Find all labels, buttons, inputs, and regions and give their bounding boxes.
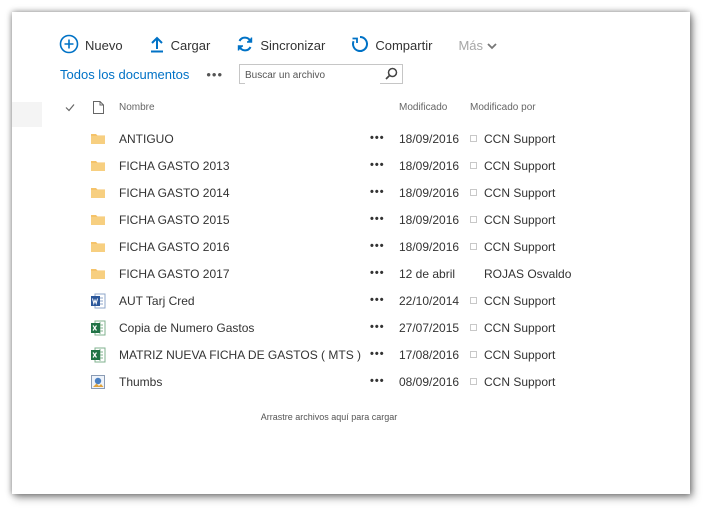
row-more-actions-button[interactable]: ••• [370, 321, 385, 333]
modified-by-user[interactable]: CCN Support [484, 159, 555, 173]
row-more-actions-button[interactable]: ••• [370, 240, 385, 252]
modified-date: 22/10/2014 [399, 294, 460, 308]
row-more-actions-button[interactable]: ••• [370, 267, 385, 279]
presence-indicator-icon [470, 324, 477, 331]
folder-icon [90, 131, 106, 147]
file-row[interactable]: FICHA GASTO 2014 ••• 18/09/2016 CCN Support [12, 180, 690, 207]
presence-indicator-icon [470, 243, 477, 250]
row-more-actions-button[interactable]: ••• [370, 213, 385, 225]
upload-arrow-icon [149, 35, 171, 56]
row-more-actions-button[interactable]: ••• [370, 375, 385, 387]
modified-by-user[interactable]: CCN Support [484, 186, 555, 200]
modified-by-user[interactable]: CCN Support [484, 348, 555, 362]
share-label: Compartir [375, 37, 433, 53]
modified-date: 18/09/2016 [399, 132, 460, 146]
document-library-panel: Nuevo Cargar Sincronizar Compartir Más T… [12, 12, 690, 494]
file-name-link[interactable]: FICHA GASTO 2017 [119, 267, 230, 281]
modified-date: 18/09/2016 [399, 240, 460, 254]
modified-by-user[interactable]: CCN Support [484, 375, 555, 389]
modified-by-column-header[interactable]: Modificado por [470, 102, 536, 113]
modified-date: 12 de abril [399, 267, 456, 281]
image-file-icon [90, 374, 106, 390]
search-box [239, 64, 403, 84]
sync-label: Sincronizar [260, 37, 326, 53]
view-selector: Todos los documentos ••• [60, 67, 223, 82]
more-button[interactable]: Más [458, 38, 503, 53]
search-input[interactable] [245, 67, 380, 84]
modified-by-user[interactable]: CCN Support [484, 132, 555, 146]
excel-workbook-icon [90, 320, 106, 336]
file-name-link[interactable]: FICHA GASTO 2014 [119, 186, 230, 200]
folder-icon [90, 158, 106, 174]
folder-icon [90, 239, 106, 255]
modified-by-user[interactable]: CCN Support [484, 321, 555, 335]
file-name-link[interactable]: ANTIGUO [119, 132, 174, 146]
modified-date: 27/07/2015 [399, 321, 460, 335]
file-row[interactable]: Copia de Numero Gastos ••• 27/07/2015 CCN S… [12, 315, 690, 342]
folder-icon [90, 212, 106, 228]
file-row[interactable]: MATRIZ NUEVA FICHA DE GASTOS ( MTS ) ••• 1… [12, 342, 690, 369]
command-bar: Nuevo Cargar Sincronizar Compartir Más [59, 34, 529, 56]
upload-button[interactable]: Cargar [149, 35, 211, 56]
modified-by-user[interactable]: CCN Support [484, 294, 555, 308]
search-icon[interactable] [385, 67, 398, 85]
file-name-link[interactable]: FICHA GASTO 2015 [119, 213, 230, 227]
column-header-row: Nombre Modificado Modificado por [12, 101, 690, 118]
folder-icon [90, 266, 106, 282]
view-options-button[interactable]: ••• [206, 67, 223, 82]
file-row[interactable]: ANTIGUO ••• 18/09/2016 CCN Support [12, 126, 690, 153]
file-row[interactable]: FICHA GASTO 2017 ••• 12 de abril ROJAS Osva… [12, 261, 690, 288]
file-name-link[interactable]: Thumbs [119, 375, 162, 389]
plus-circle-icon [59, 34, 85, 57]
presence-indicator-icon [470, 351, 477, 358]
modified-by-user[interactable]: ROJAS Osvaldo [484, 267, 571, 281]
presence-indicator-icon [470, 216, 477, 223]
presence-indicator-icon [470, 162, 477, 169]
file-row[interactable]: FICHA GASTO 2016 ••• 18/09/2016 CCN Support [12, 234, 690, 261]
folder-icon [90, 185, 106, 201]
more-label: Más [458, 37, 483, 53]
file-row[interactable]: Thumbs ••• 08/09/2016 CCN Support [12, 369, 690, 396]
share-icon [351, 35, 375, 56]
modified-column-header[interactable]: Modificado [399, 102, 447, 113]
row-more-actions-button[interactable]: ••• [370, 132, 385, 144]
sync-icon [236, 35, 260, 56]
new-button[interactable]: Nuevo [59, 34, 123, 57]
file-row[interactable]: AUT Tarj Cred ••• 22/10/2014 CCN Support [12, 288, 690, 315]
file-name-link[interactable]: MATRIZ NUEVA FICHA DE GASTOS ( MTS ) [119, 348, 361, 362]
share-button[interactable]: Compartir [351, 35, 432, 56]
file-type-column-icon[interactable] [93, 101, 104, 117]
sync-button[interactable]: Sincronizar [236, 35, 325, 56]
modified-by-user[interactable]: CCN Support [484, 213, 555, 227]
chevron-down-icon [487, 38, 503, 53]
presence-indicator-icon [470, 135, 477, 142]
modified-date: 08/09/2016 [399, 375, 460, 389]
word-document-icon [90, 293, 106, 309]
row-more-actions-button[interactable]: ••• [370, 159, 385, 171]
presence-indicator-icon [470, 297, 477, 304]
modified-date: 18/09/2016 [399, 186, 460, 200]
all-documents-view-link[interactable]: Todos los documentos [60, 67, 189, 82]
file-row[interactable]: FICHA GASTO 2013 ••• 18/09/2016 CCN Support [12, 153, 690, 180]
file-name-link[interactable]: FICHA GASTO 2013 [119, 159, 230, 173]
drop-zone-hint: Arrastre archivos aquí para cargar [260, 412, 398, 422]
excel-workbook-icon [90, 347, 106, 363]
modified-date: 18/09/2016 [399, 213, 460, 227]
new-label: Nuevo [85, 37, 123, 53]
row-more-actions-button[interactable]: ••• [370, 294, 385, 306]
presence-indicator-icon [470, 378, 477, 385]
file-name-link[interactable]: Copia de Numero Gastos [119, 321, 254, 335]
modified-date: 18/09/2016 [399, 159, 460, 173]
file-row[interactable]: FICHA GASTO 2015 ••• 18/09/2016 CCN Support [12, 207, 690, 234]
file-name-link[interactable]: FICHA GASTO 2016 [119, 240, 230, 254]
row-more-actions-button[interactable]: ••• [370, 186, 385, 198]
presence-indicator-icon [470, 189, 477, 196]
select-all-check-icon[interactable] [65, 103, 75, 115]
modified-by-user[interactable]: CCN Support [484, 240, 555, 254]
modified-date: 17/08/2016 [399, 348, 460, 362]
row-more-actions-button[interactable]: ••• [370, 348, 385, 360]
file-name-link[interactable]: AUT Tarj Cred [119, 294, 195, 308]
upload-label: Cargar [170, 37, 211, 53]
name-column-header[interactable]: Nombre [119, 102, 155, 113]
